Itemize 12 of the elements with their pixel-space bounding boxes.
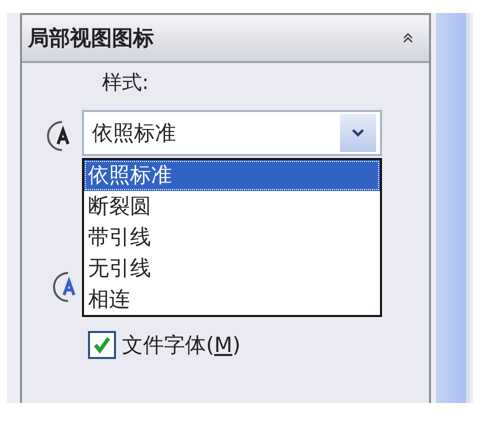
panel-title: 局部视图图标	[28, 25, 154, 52]
style-label: 样式:	[102, 69, 149, 96]
checkbox[interactable]	[88, 331, 116, 359]
chevron-down-icon	[351, 128, 365, 138]
dropdown-option[interactable]: 断裂圆	[84, 191, 380, 222]
dropdown-option[interactable]: 无引线	[84, 253, 380, 284]
style-dropdown[interactable]: 依照标准	[82, 110, 382, 156]
dropdown-option[interactable]: 依照标准	[84, 160, 380, 191]
checkbox-label: 文件字体(M)	[122, 332, 241, 359]
collapse-icon[interactable]	[401, 31, 415, 45]
dropdown-option[interactable]: 相连	[84, 284, 380, 315]
dropdown-option[interactable]: 带引线	[84, 222, 380, 253]
